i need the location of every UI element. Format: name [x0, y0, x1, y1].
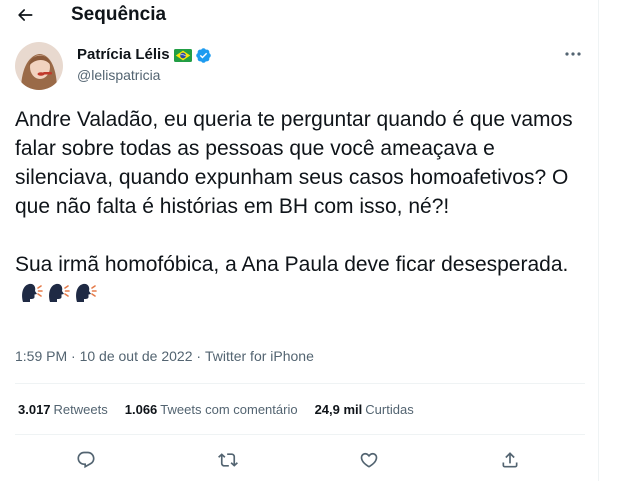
speaking-head-emoji	[76, 283, 97, 302]
speaking-head-emoji	[49, 283, 70, 302]
more-horizontal-icon	[565, 52, 581, 56]
tweet-thread-page: Sequência Patrícia Lélis @lelispatricia …	[0, 0, 619, 481]
speaking-head-emoji	[22, 283, 43, 302]
divider	[15, 383, 585, 384]
retweet-button[interactable]	[214, 446, 242, 474]
retweets-label: Retweets	[53, 402, 108, 417]
retweets-stat[interactable]: 3.017 Retweets	[18, 401, 108, 419]
tweet-stats: 3.017 Retweets 1.066 Tweets com comentário…	[18, 401, 414, 419]
like-icon	[360, 452, 378, 468]
verified-badge-icon	[195, 47, 211, 63]
retweet-icon	[218, 453, 238, 467]
emoji-group	[19, 282, 97, 304]
avatar-image	[15, 42, 63, 90]
thread-header: Sequência	[0, 0, 598, 30]
tweet-metadata: 1:59 PM · 10 de out de 2022 · Twitter fo…	[15, 347, 314, 365]
reply-button[interactable]	[72, 446, 100, 474]
tweet-author: Patrícia Lélis @lelispatricia	[15, 42, 585, 92]
arrow-left-icon	[18, 9, 33, 21]
likes-label: Curtidas	[365, 402, 414, 417]
share-button[interactable]	[496, 446, 524, 474]
author-handle[interactable]: @lelispatricia	[77, 66, 160, 84]
quote-tweets-stat[interactable]: 1.066 Tweets com comentário	[125, 401, 298, 419]
tweet-body: Andre Valadão, eu queria te perguntar qu…	[15, 105, 585, 308]
like-button[interactable]	[355, 446, 383, 474]
likes-stat[interactable]: 24,9 mil Curtidas	[315, 401, 414, 419]
quotes-label: Tweets com comentário	[160, 402, 298, 417]
brazil-flag-icon	[173, 48, 192, 62]
divider	[15, 434, 585, 435]
likes-count: 24,9 mil	[314, 402, 363, 417]
tweet-actions	[0, 446, 598, 474]
reply-icon	[77, 451, 95, 469]
share-icon	[502, 452, 518, 468]
tweet-source[interactable]: Twitter for iPhone	[205, 347, 314, 365]
more-options-button[interactable]	[562, 45, 584, 63]
page-title: Sequência	[71, 4, 167, 25]
quotes-count: 1.066	[124, 402, 158, 417]
tweet-date[interactable]: 10 de out de 2022	[80, 347, 193, 365]
column-border	[598, 0, 599, 481]
avatar[interactable]	[15, 42, 63, 90]
tweet-text: Andre Valadão, eu queria te perguntar qu…	[15, 108, 573, 276]
meta-separator: ·	[67, 348, 80, 364]
tweet-time[interactable]: 1:59 PM	[15, 347, 67, 365]
meta-separator: ·	[192, 348, 205, 364]
retweets-count: 3.017	[18, 402, 51, 417]
author-name[interactable]: Patrícia Lélis	[77, 45, 170, 65]
back-button[interactable]	[14, 4, 36, 26]
author-name-row: Patrícia Lélis	[77, 45, 212, 65]
